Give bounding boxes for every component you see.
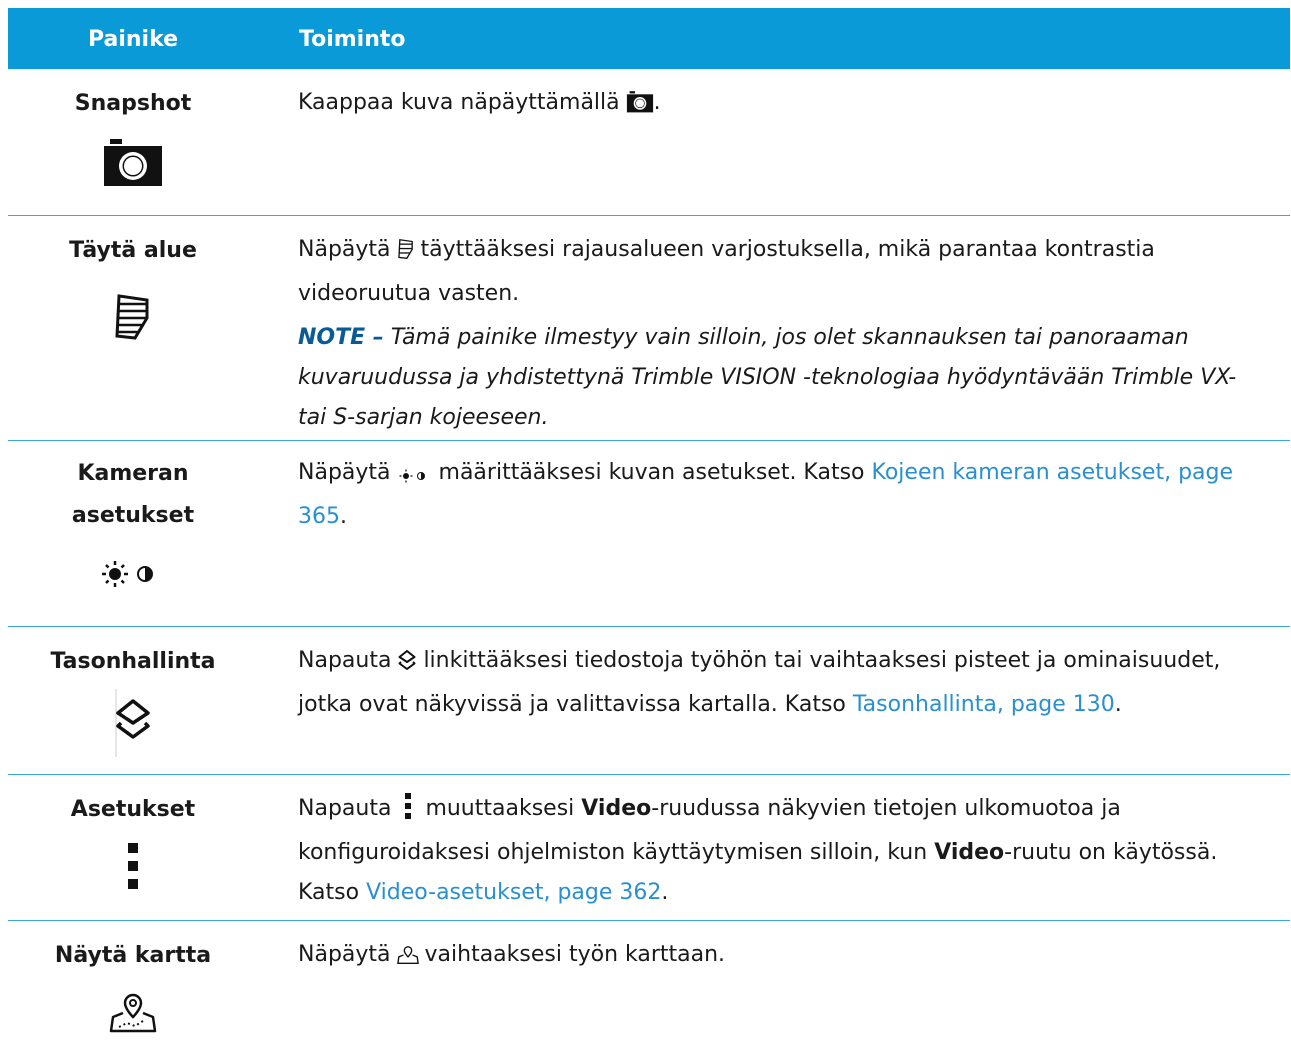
desc-text: Napauta	[298, 796, 392, 821]
header-toiminto: Toiminto	[299, 27, 406, 52]
row-description: Napauta linkittääksesi tiedostoja työhön …	[298, 641, 1268, 725]
desc-text: täyttääksesi rajausalueen varjostuksella…	[298, 237, 1155, 306]
table-row-snapshot: Snapshot Kaappaa kuva näpäyttämällä.	[8, 69, 1290, 216]
button-name: Kameran asetukset	[8, 453, 258, 537]
desc-text: Näpäytä	[298, 237, 391, 262]
fill-area-icon	[8, 292, 258, 342]
more-vertical-icon	[405, 793, 412, 833]
desc-text: Kaappaa kuva näpäyttämällä	[298, 90, 620, 115]
brightness-contrast-icon	[397, 457, 433, 497]
button-name-line: asetukset	[71, 503, 195, 528]
table-row-show-map: Näytä kartta Näpäytä vaihtaaksesi työn ka…	[8, 921, 1290, 1055]
row-description: Napauta muuttaaksesi Video-ruudussa näkyv…	[298, 789, 1268, 913]
button-name-line: Kameran	[77, 461, 189, 486]
row-description: Kaappaa kuva näpäyttämällä.	[298, 83, 1268, 127]
video-term: Video	[581, 796, 652, 821]
note-label: NOTE –	[298, 325, 384, 350]
video-settings-link[interactable]: Video-asetukset, page 362	[366, 880, 661, 905]
camera-icon	[8, 139, 258, 187]
table-row-fill-area: Täytä alue Näpäytä täyttääksesi rajausalu…	[8, 216, 1290, 441]
brightness-contrast-icon	[8, 561, 258, 587]
desc-text: .	[653, 90, 661, 115]
more-vertical-icon	[8, 843, 258, 889]
note-text: Tämä painike ilmestyy vain silloin, jos …	[298, 325, 1237, 430]
desc-text: Napauta	[298, 648, 392, 673]
desc-text: vaihtaaksesi työn karttaan.	[424, 942, 726, 967]
desc-text: .	[1114, 692, 1122, 717]
button-name: Tasonhallinta	[50, 649, 216, 674]
desc-text: Näpäytä	[298, 460, 391, 485]
table-row-layer-manager: Tasonhallinta Napauta linkittääksesi tied…	[8, 627, 1290, 775]
header-painike: Painike	[87, 27, 179, 52]
desc-text: määrittääksesi kuvan asetukset. Katso	[438, 460, 865, 485]
row-description: Näpäytä täyttääksesi rajausalueen varjost…	[298, 230, 1268, 438]
desc-text: Näpäytä	[298, 942, 391, 967]
map-icon	[396, 939, 419, 979]
layers-icon	[8, 689, 258, 757]
fill-area-icon	[397, 234, 415, 274]
map-icon	[8, 993, 258, 1033]
layer-manager-link[interactable]: Tasonhallinta, page 130	[853, 692, 1115, 717]
desc-text: .	[340, 504, 347, 529]
layers-icon	[397, 645, 417, 685]
button-name: Asetukset	[70, 797, 196, 822]
note: NOTE – Tämä painike ilmestyy vain silloi…	[298, 318, 1268, 438]
desc-text: .	[661, 880, 669, 905]
desc-text: muuttaaksesi	[425, 796, 575, 821]
camera-icon	[626, 87, 654, 127]
button-name: Näytä kartta	[54, 943, 212, 968]
row-description: Näpäytä määrittääksesi kuvan asetukset. K…	[298, 453, 1268, 537]
button-name: Täytä alue	[69, 238, 197, 263]
video-term: Video	[934, 840, 1005, 865]
table-row-camera-settings: Kameran asetukset Näpäytä määrittääksesi …	[8, 441, 1290, 627]
table-header: Painike Toiminto	[8, 8, 1290, 69]
table-row-settings: Asetukset Napauta muuttaaksesi Video-ruud…	[8, 775, 1290, 921]
row-description: Näpäytä vaihtaaksesi työn karttaan.	[298, 935, 1268, 979]
button-name: Snapshot	[74, 91, 192, 116]
